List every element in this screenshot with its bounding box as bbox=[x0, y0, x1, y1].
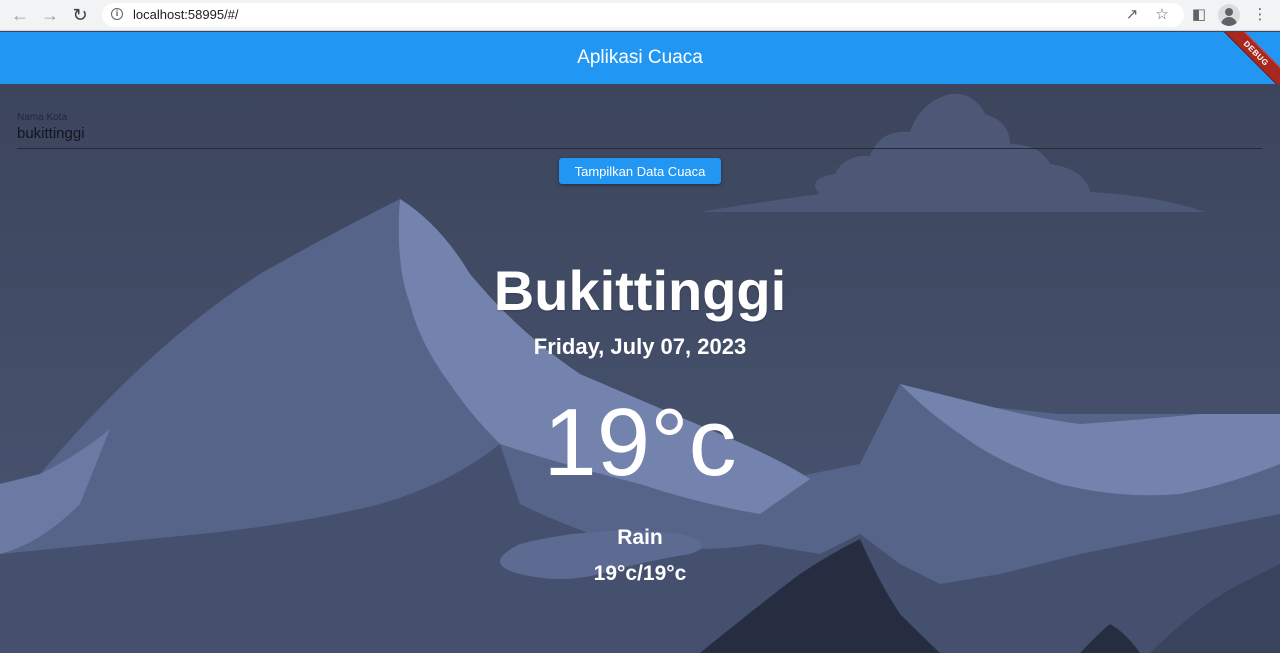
back-arrow-icon[interactable]: ← bbox=[9, 4, 31, 26]
site-info-icon[interactable]: i bbox=[111, 8, 123, 20]
debug-banner: DEBUG bbox=[1215, 32, 1280, 92]
side-panel-icon[interactable]: ◧ bbox=[1188, 4, 1210, 26]
share-icon[interactable]: ↗ bbox=[1121, 4, 1143, 26]
current-temperature: 19°c bbox=[543, 389, 737, 496]
city-input-underline bbox=[17, 148, 1262, 149]
address-bar[interactable]: i localhost:58995/#/ bbox=[102, 3, 1184, 27]
reload-icon[interactable]: ↻ bbox=[69, 4, 91, 26]
forward-arrow-icon[interactable]: → bbox=[39, 4, 61, 26]
bookmark-star-icon[interactable]: ☆ bbox=[1151, 4, 1173, 26]
debug-banner-container: DEBUG bbox=[1200, 32, 1280, 92]
show-weather-button[interactable]: Tampilkan Data Cuaca bbox=[559, 158, 721, 184]
app-title: Aplikasi Cuaca bbox=[577, 47, 703, 68]
app-bar: Aplikasi Cuaca bbox=[0, 32, 1280, 84]
temperature-min-max: 19°c/19°c bbox=[593, 562, 687, 585]
more-menu-icon[interactable]: ⋮ bbox=[1249, 4, 1271, 26]
weather-condition: Rain bbox=[617, 526, 663, 549]
url-text[interactable]: localhost:58995/#/ bbox=[133, 7, 239, 22]
profile-avatar-icon[interactable] bbox=[1218, 4, 1240, 26]
city-input[interactable] bbox=[17, 122, 1262, 144]
city-name: Bukittinggi bbox=[493, 259, 787, 322]
browser-toolbar: ← → ↻ i localhost:58995/#/ ↗ ☆ ◧ ⋮ bbox=[0, 0, 1280, 31]
weather-date: Friday, July 07, 2023 bbox=[533, 334, 747, 359]
